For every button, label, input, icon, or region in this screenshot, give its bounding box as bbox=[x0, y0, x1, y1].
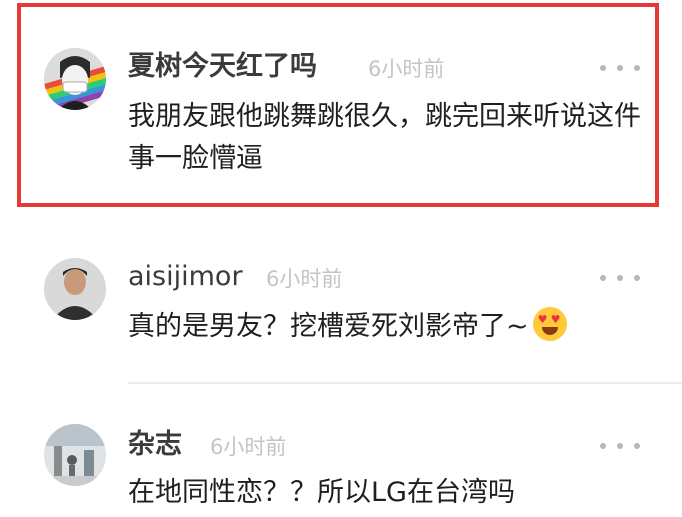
more-icon[interactable] bbox=[600, 58, 640, 78]
divider bbox=[128, 382, 682, 384]
username[interactable]: aisijimor bbox=[128, 260, 243, 294]
more-icon[interactable] bbox=[600, 436, 640, 456]
timestamp: 6小时前 bbox=[368, 57, 445, 81]
timestamp: 6小时前 bbox=[266, 267, 343, 291]
street-scene-avatar-icon bbox=[44, 424, 106, 486]
heart-eyes-emoji-icon: ♥ ♥ bbox=[532, 307, 567, 341]
username[interactable]: 杂志 bbox=[128, 428, 182, 462]
man-portrait-avatar-icon bbox=[44, 258, 106, 320]
rainbow-masked-person-avatar-icon bbox=[44, 48, 106, 110]
avatar[interactable] bbox=[44, 48, 106, 110]
username[interactable]: 夏树今天红了吗 bbox=[128, 50, 317, 84]
timestamp: 6小时前 bbox=[210, 435, 287, 459]
comment-text: 在地同性恋？？所以LG在台湾吗 bbox=[128, 477, 515, 508]
avatar[interactable] bbox=[44, 258, 106, 320]
more-icon[interactable] bbox=[600, 268, 640, 288]
comment-text: 真的是男友？挖槽爱死刘影帝了~ ♥ ♥ bbox=[128, 306, 648, 348]
avatar[interactable] bbox=[44, 424, 106, 486]
comment-text: 我朋友跟他跳舞跳很久，跳完回来听说这件事一脸懵逼 bbox=[128, 101, 641, 174]
comment-text-label: 真的是男友？挖槽爱死刘影帝了~ bbox=[128, 311, 529, 342]
